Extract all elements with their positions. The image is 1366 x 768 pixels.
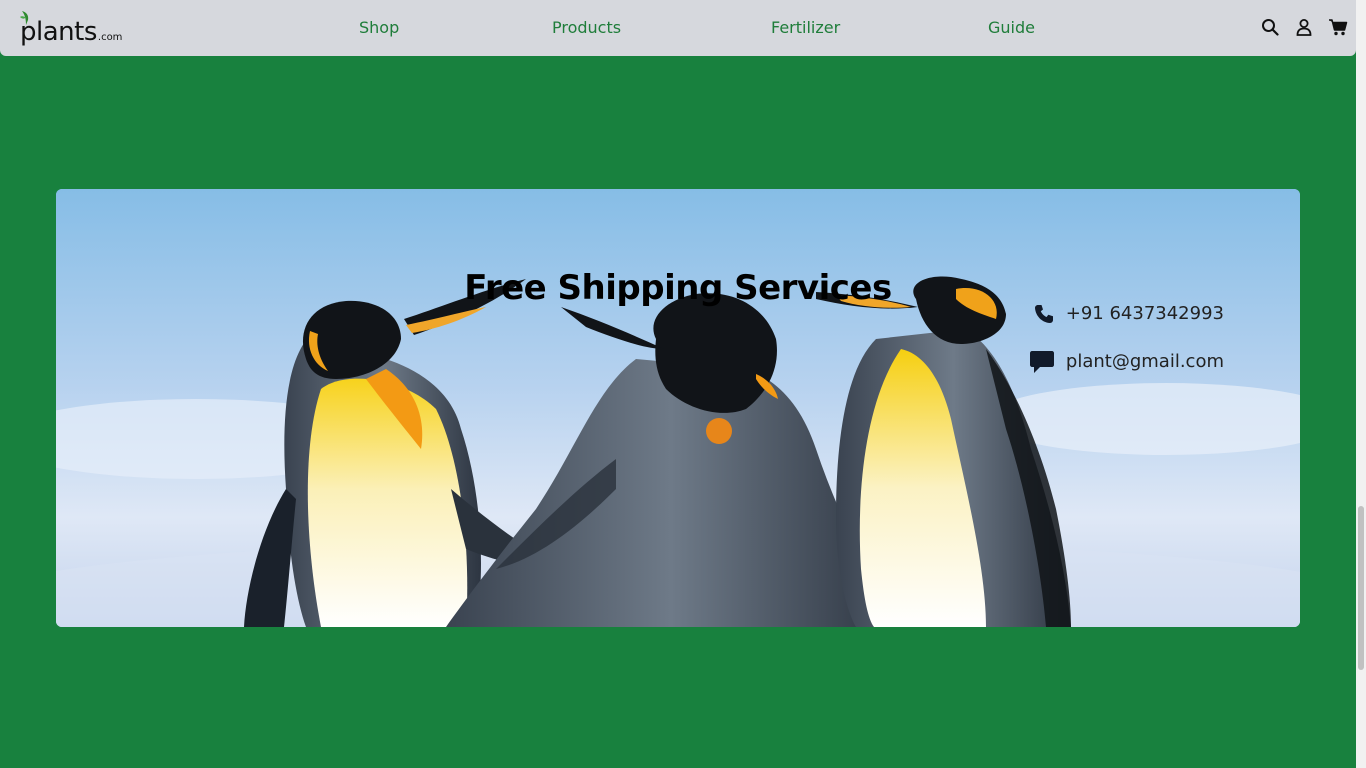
nav-link-fertilizer[interactable]: Fertilizer: [771, 18, 840, 37]
nav-link-guide[interactable]: Guide: [988, 18, 1035, 37]
top-navbar: plants .com Shop Products Fertilizer Gui…: [0, 0, 1356, 56]
contact-email: plant@gmail.com: [1065, 350, 1224, 372]
phone-icon: [1034, 304, 1054, 324]
search-icon[interactable]: [1260, 17, 1280, 37]
banner-title: Free Shipping Services: [464, 267, 892, 308]
cart-icon[interactable]: [1328, 17, 1348, 37]
site-logo[interactable]: plants .com: [20, 9, 122, 45]
shipping-banner: Free Shipping Services +91 6437342993 pl…: [56, 189, 1300, 627]
nav-icon-group: [1260, 17, 1348, 37]
contact-phone: +91 6437342993: [1065, 303, 1224, 324]
penguins-image: [56, 189, 1300, 627]
leaf-icon: [20, 11, 29, 25]
page-scrollbar[interactable]: [1356, 0, 1366, 768]
nav-link-shop[interactable]: Shop: [359, 18, 399, 37]
nav-link-products[interactable]: Products: [552, 18, 621, 37]
user-icon[interactable]: [1294, 17, 1314, 37]
chat-icon: [1029, 349, 1054, 373]
scrollbar-thumb[interactable]: [1358, 506, 1364, 670]
contact-phone-row: +91 6437342993: [1034, 303, 1224, 324]
logo-suffix: .com: [97, 32, 123, 43]
contact-email-row: plant@gmail.com: [1029, 349, 1224, 373]
